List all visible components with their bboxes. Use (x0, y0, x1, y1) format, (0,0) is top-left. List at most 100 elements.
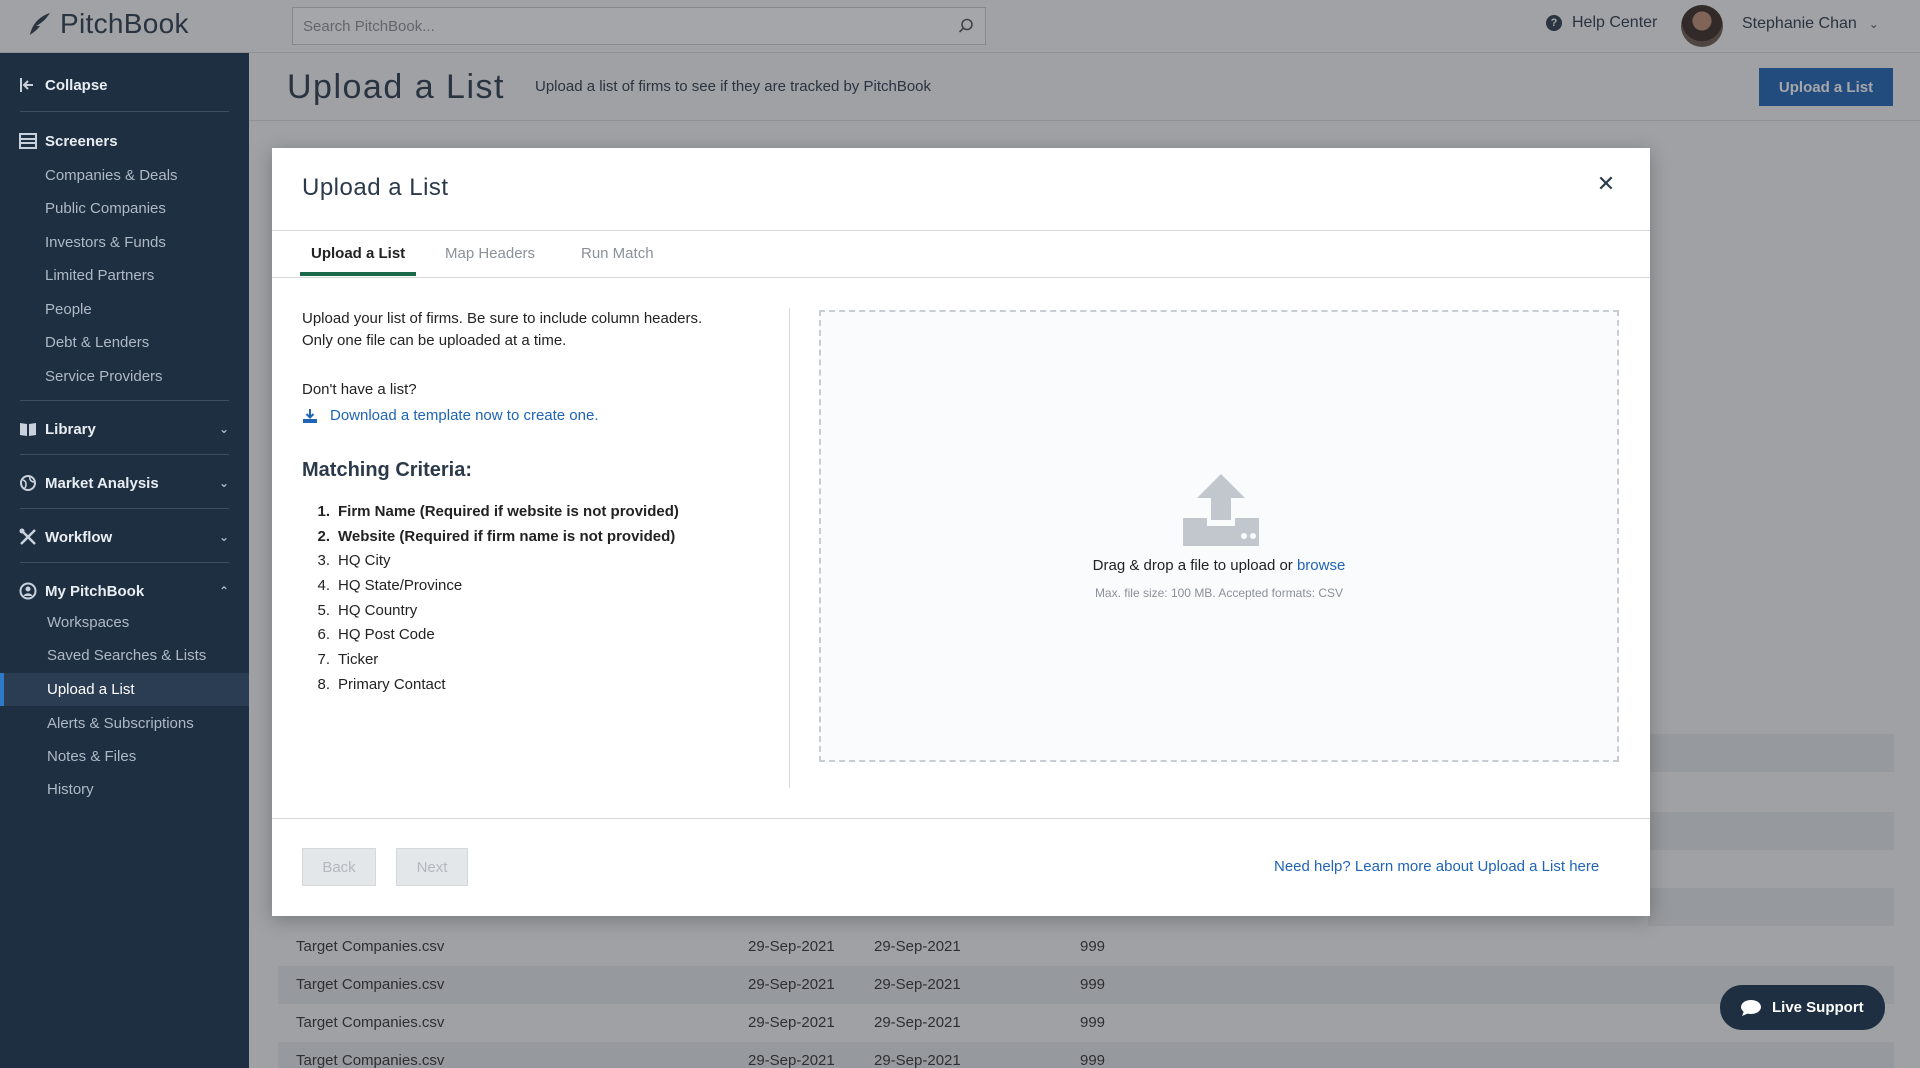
tools-icon (19, 528, 36, 545)
list-item: 6. HQ Post Code (302, 626, 435, 643)
library-label: Library (45, 420, 96, 438)
sidebar: Collapse Screeners Companies & Deals Pub… (0, 53, 249, 1068)
sidebar-item-label: Limited Partners (45, 266, 155, 284)
list-number: 1. (317, 503, 330, 520)
list-text: HQ Country (338, 602, 418, 619)
sidebar-item-label: Public Companies (45, 199, 166, 217)
user-icon (19, 582, 37, 600)
sidebar-item-library[interactable]: Library ⌄ (0, 415, 249, 443)
sidebar-item-notes-files[interactable]: Notes & Files (0, 742, 249, 770)
intro-text: Only one file can be uploaded at a time. (302, 332, 567, 349)
modal-backdrop-top (0, 0, 1920, 53)
tab-map-headers[interactable]: Map Headers (445, 245, 535, 262)
list-number: 3. (317, 552, 330, 569)
sidebar-item-market-analysis[interactable]: Market Analysis ⌄ (0, 469, 249, 497)
sidebar-item-saved-searches[interactable]: Saved Searches & Lists (0, 641, 249, 669)
list-item: 3. HQ City (302, 552, 391, 569)
list-item: 8. Primary Contact (302, 676, 446, 693)
sidebar-item-label: Saved Searches & Lists (47, 646, 207, 664)
modal-title: Upload a List (302, 174, 449, 201)
list-item: 2. Website (Required if firm name is not … (302, 528, 675, 545)
sidebar-item-label: People (45, 300, 92, 318)
file-dropzone[interactable]: Drag & drop a file to upload or browse M… (819, 310, 1619, 762)
sidebar-item-label: Service Providers (45, 367, 163, 385)
chevron-down-icon: ⌄ (218, 476, 229, 490)
sidebar-item-upload-list[interactable]: Upload a List (0, 673, 249, 706)
tab-run-match[interactable]: Run Match (581, 245, 654, 262)
sidebar-item-label: Debt & Lenders (45, 333, 150, 351)
sidebar-item-public-companies[interactable]: Public Companies (0, 194, 249, 222)
download-template-label: Download a template now to create one. (330, 407, 599, 424)
sidebar-item-limited-partners[interactable]: Limited Partners (0, 261, 249, 289)
divider (272, 818, 1650, 819)
matching-criteria-title: Matching Criteria: (302, 459, 473, 481)
sidebar-item-label: Notes & Files (47, 747, 137, 765)
upload-icon (1183, 474, 1259, 546)
sidebar-item-label: Investors & Funds (45, 233, 166, 251)
sidebar-item-debt-lenders[interactable]: Debt & Lenders (0, 328, 249, 356)
chevron-up-icon: ⌃ (218, 584, 229, 598)
chat-icon (1741, 999, 1761, 1016)
list-text: Primary Contact (338, 676, 446, 693)
dropzone-label: Drag & drop a file to upload or (1092, 557, 1293, 574)
download-template-link[interactable]: Download a template now to create one. (302, 407, 599, 424)
back-button[interactable]: Back (302, 848, 376, 886)
sidebar-item-label: Workspaces (47, 613, 130, 631)
divider (20, 400, 229, 401)
sidebar-collapse[interactable]: Collapse (0, 73, 249, 97)
list-number: 5. (317, 602, 330, 619)
live-support-button[interactable]: Live Support (1720, 985, 1885, 1030)
divider (20, 454, 229, 455)
sidebar-item-workspaces[interactable]: Workspaces (0, 608, 249, 636)
sidebar-item-label: Upload a List (47, 681, 135, 698)
list-number: 2. (317, 528, 330, 545)
market-analysis-label: Market Analysis (45, 474, 159, 492)
sidebar-item-workflow[interactable]: Workflow ⌄ (0, 523, 249, 551)
list-number: 4. (317, 577, 330, 594)
divider (20, 562, 229, 563)
sidebar-item-people[interactable]: People (0, 295, 249, 323)
tab-upload-list[interactable]: Upload a List (311, 245, 405, 262)
sidebar-item-history[interactable]: History (0, 775, 249, 803)
intro-text: Upload your list of firms. Be sure to in… (302, 310, 703, 327)
divider (20, 508, 229, 509)
sidebar-item-label: Companies & Deals (45, 166, 178, 184)
sidebar-item-label: Alerts & Subscriptions (47, 714, 194, 732)
download-icon (303, 408, 317, 423)
divider (272, 230, 1650, 231)
list-text: HQ State/Province (338, 577, 463, 594)
collapse-icon (20, 78, 33, 92)
live-support-label: Live Support (1772, 999, 1864, 1016)
list-number: 6. (317, 626, 330, 643)
help-link[interactable]: Need help? Learn more about Upload a Lis… (1274, 858, 1599, 875)
list-text: HQ City (338, 552, 391, 569)
list-text: Website (Required if firm name is not pr… (338, 528, 676, 545)
sidebar-item-screeners[interactable]: Screeners (0, 129, 249, 153)
next-button[interactable]: Next (396, 848, 468, 886)
dropzone-text: Drag & drop a file to upload or browse (821, 557, 1617, 574)
sidebar-item-investors-funds[interactable]: Investors & Funds (0, 228, 249, 256)
sidebar-item-label: History (47, 780, 94, 798)
no-list-text: Don't have a list? (302, 381, 417, 398)
list-number: 8. (317, 676, 330, 693)
screeners-label: Screeners (45, 132, 118, 150)
workflow-label: Workflow (45, 528, 113, 546)
sidebar-item-companies-deals[interactable]: Companies & Deals (0, 161, 249, 189)
upload-list-modal: Upload a List ✕ Upload a List Map Header… (272, 148, 1650, 916)
screeners-icon (19, 133, 37, 149)
divider (272, 277, 1650, 278)
dropzone-hint: Max. file size: 100 MB. Accepted formats… (1094, 586, 1344, 600)
list-text: HQ Post Code (338, 626, 435, 643)
list-text: Firm Name (Required if website is not pr… (338, 503, 679, 520)
divider (20, 111, 229, 112)
browse-link[interactable]: browse (1297, 557, 1345, 574)
sidebar-item-alerts[interactable]: Alerts & Subscriptions (0, 709, 249, 737)
close-icon[interactable]: ✕ (1596, 173, 1616, 195)
list-item: 1. Firm Name (Required if website is not … (302, 503, 679, 520)
list-item: 5. HQ Country (302, 602, 417, 619)
globe-icon (20, 475, 36, 491)
book-icon (20, 423, 36, 436)
list-text: Ticker (338, 651, 379, 668)
sidebar-item-my-pitchbook[interactable]: My PitchBook ⌃ (0, 577, 249, 605)
sidebar-item-service-providers[interactable]: Service Providers (0, 362, 249, 390)
